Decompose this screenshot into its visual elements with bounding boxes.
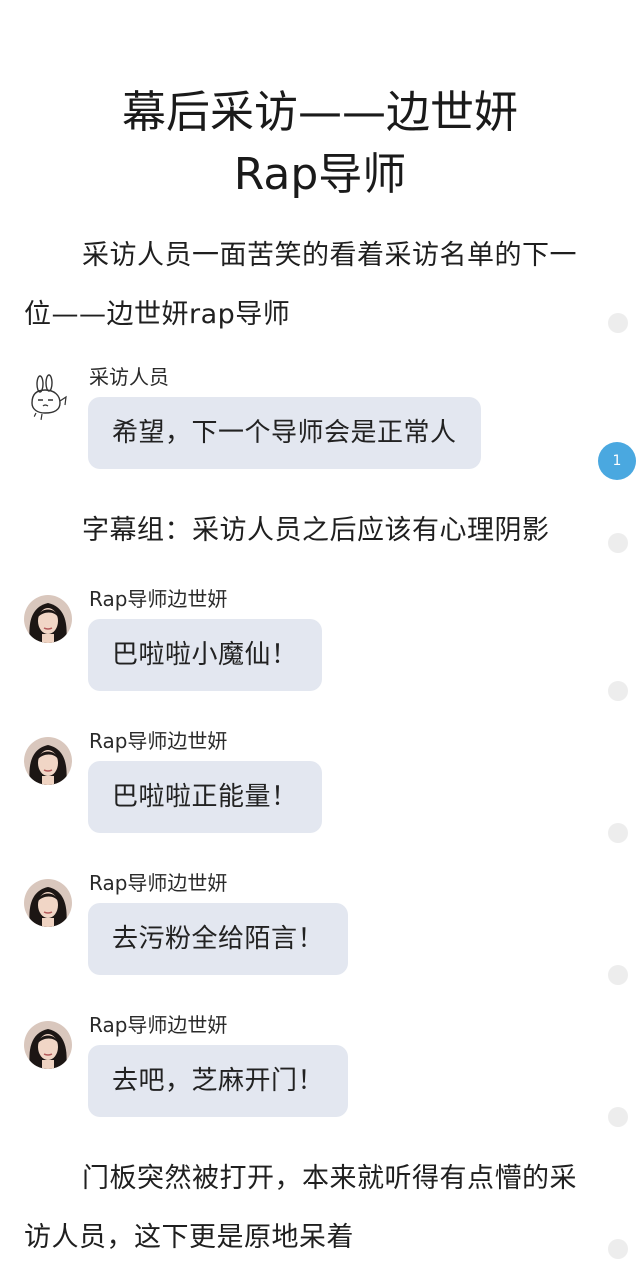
paragraph-intro: 采访人员一面苦笑的看着采访名单的下一位——边世妍rap导师 bbox=[24, 240, 577, 330]
girl-photo-avatar[interactable] bbox=[24, 1021, 72, 1069]
paragraph-comment-dot[interactable] bbox=[608, 965, 628, 985]
speaker-name: Rap导师边世妍 bbox=[89, 729, 228, 753]
message-bubble: 去吧，芝麻开门！ bbox=[88, 1045, 349, 1117]
article-title-line-1: 幕后采访——边世妍 bbox=[122, 87, 518, 138]
paragraph-comment-dot[interactable] bbox=[608, 681, 628, 701]
speaker-name: 采访人员 bbox=[89, 365, 169, 389]
comment-count-badge[interactable]: 1 bbox=[598, 442, 636, 480]
girl-photo-avatar[interactable] bbox=[24, 879, 72, 927]
speaker-name: Rap导师边世妍 bbox=[89, 587, 228, 611]
message-bubble: 巴啦啦小魔仙！ bbox=[88, 619, 322, 691]
speaker-name: Rap导师边世妍 bbox=[89, 1013, 228, 1037]
paragraph-comment-dot[interactable] bbox=[608, 313, 628, 333]
rabbit-sketch-avatar[interactable] bbox=[24, 373, 72, 421]
paragraph-comment-dot[interactable] bbox=[608, 533, 628, 553]
paragraph-door-opens: 门板突然被打开，本来就听得有点懵的采访人员，这下更是原地呆着 bbox=[24, 1163, 577, 1253]
paragraph-comment-dot[interactable] bbox=[608, 823, 628, 843]
paragraph-comment-dot[interactable] bbox=[608, 1239, 628, 1259]
paragraph-caption-note: 字幕组：采访人员之后应该有心理阴影 bbox=[82, 515, 550, 546]
message-bubble: 去污粉全给陌言！ bbox=[88, 903, 349, 975]
speaker-name: Rap导师边世妍 bbox=[89, 871, 228, 895]
girl-photo-avatar[interactable] bbox=[24, 737, 72, 785]
message-bubble: 希望，下一个导师会是正常人 bbox=[88, 397, 481, 469]
article-title-line-2: Rap导师 bbox=[233, 149, 407, 200]
message-bubble: 巴啦啦正能量！ bbox=[88, 761, 322, 833]
paragraph-comment-dot[interactable] bbox=[608, 1107, 628, 1127]
girl-photo-avatar[interactable] bbox=[24, 595, 72, 643]
article-title: 幕后采访——边世妍 Rap导师 bbox=[0, 82, 640, 206]
